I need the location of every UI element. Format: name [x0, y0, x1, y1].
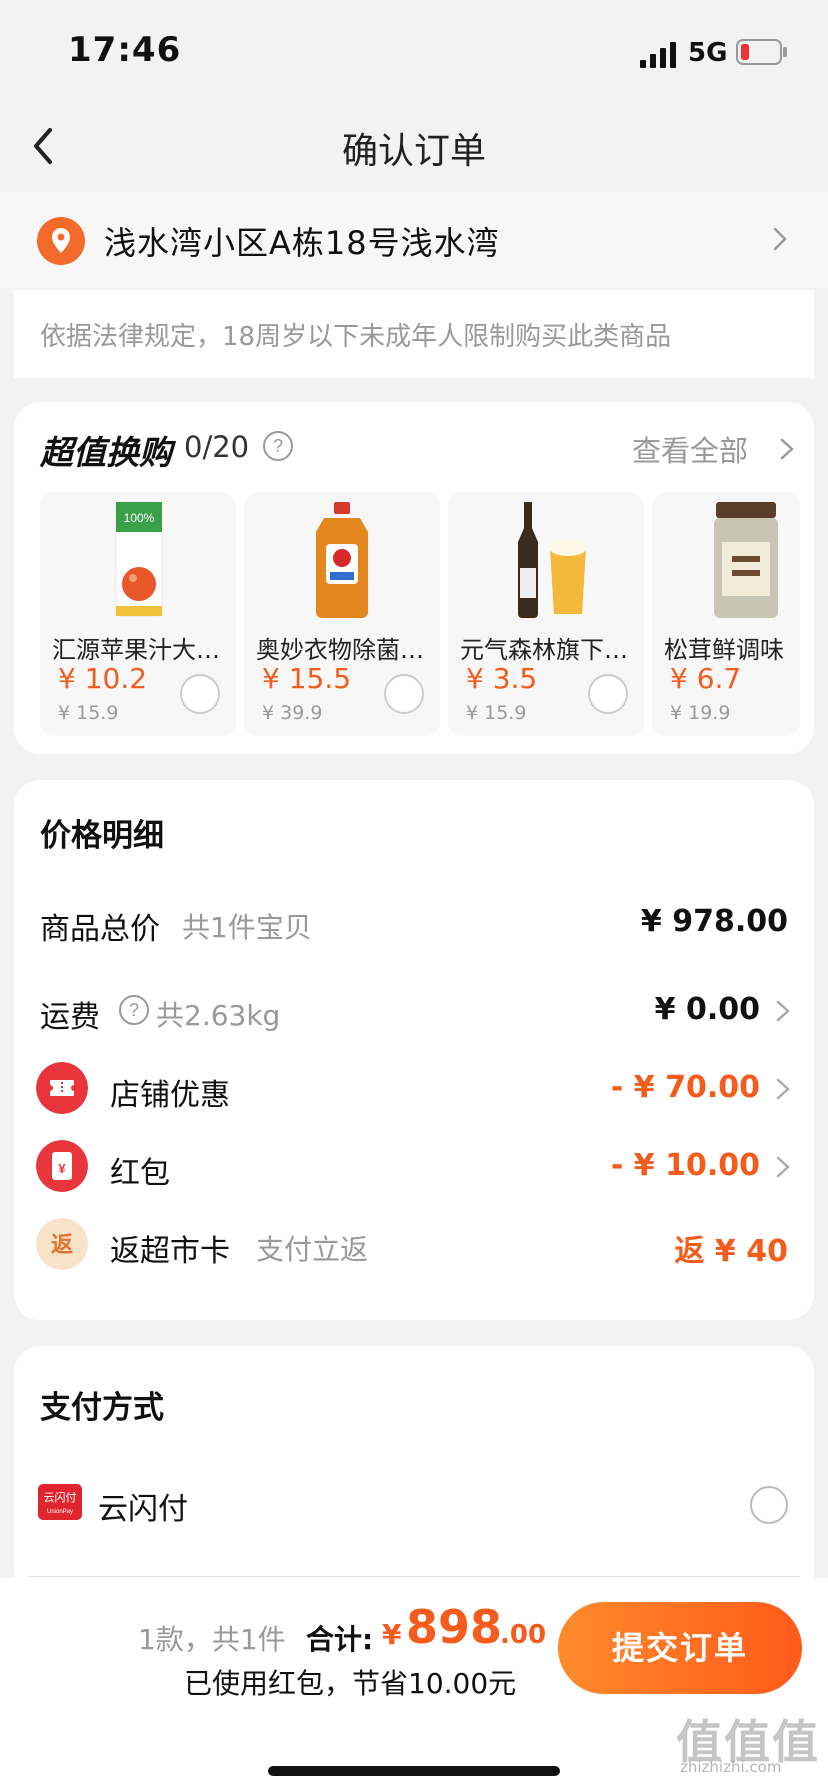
product-select-radio[interactable] — [384, 674, 424, 714]
price-detail-card: 价格明细 商品总价 共1件宝贝 ¥ 978.00 运费 ? 共2.63kg ¥ … — [14, 780, 814, 1320]
shipping-weight-text: 共2.63kg — [156, 999, 281, 1032]
beer-bottle-glass-image — [518, 502, 587, 618]
product-name: 汇源苹果汁大… — [52, 636, 220, 664]
cashback-sub-text: 支付立返 — [256, 1233, 369, 1266]
help-icon[interactable]: ? — [262, 430, 294, 462]
cashback-icon: 返 — [36, 1218, 88, 1270]
red-packet-icon-char: ¥ — [58, 1161, 66, 1176]
goods-total-label: 商品总价 — [40, 912, 160, 947]
product-original-price: ¥ 15.9 — [58, 702, 119, 724]
chevron-right-icon[interactable] — [774, 1154, 792, 1180]
product-original-price: ¥ 39.9 — [262, 702, 323, 724]
goods-total-value: ¥ 978.00 — [640, 904, 788, 939]
swap-product-card[interactable]: 松茸鲜调味 ¥ 6.7 ¥ 19.9 — [652, 492, 800, 736]
swap-product-card[interactable]: 元气森林旗下… ¥ 3.5 ¥ 15.9 — [448, 492, 644, 736]
price-detail-heading: 价格明细 — [40, 818, 164, 854]
total-amount-decimal: .00 — [500, 1620, 547, 1650]
product-name: 元气森林旗下… — [460, 636, 628, 664]
product-original-price: ¥ 19.9 — [670, 702, 731, 724]
location-pin-icon — [37, 217, 85, 265]
product-select-radio[interactable] — [180, 674, 220, 714]
value-swap-card: 超值换购 0/20 ? 查看全部 100% 汇源苹果汁大… ¥ 10.2 ¥ 1… — [14, 402, 814, 754]
shipping-label: 运费 — [40, 1000, 100, 1035]
product-select-radio[interactable] — [588, 674, 628, 714]
payment-method-label[interactable]: 云闪付 — [98, 1484, 188, 1528]
checkout-bottom-bar: 1款，共1件 合计: ¥ 898 .00 已使用红包，节省10.00元 提交订单… — [0, 1578, 828, 1792]
unionpay-logo-sub: UnionPay — [47, 1509, 73, 1515]
payment-heading: 支付方式 — [40, 1390, 164, 1426]
view-all-link[interactable]: 查看全部 — [632, 428, 748, 470]
seasoning-jar-image — [714, 502, 778, 618]
payment-method-card: 支付方式 云闪付 UnionPay 云闪付 — [14, 1346, 814, 1596]
network-label: 5G — [688, 38, 728, 68]
product-price: ¥ 6.7 — [670, 662, 742, 695]
watermark-url: zhizhizhi.com — [680, 1758, 782, 1776]
shipping-value[interactable]: ¥ 0.00 — [655, 992, 760, 1027]
unionpay-logo-icon: 云闪付 UnionPay — [38, 1484, 82, 1520]
svg-text:?: ? — [129, 1000, 139, 1020]
product-price: ¥ 3.5 — [466, 662, 538, 695]
red-packet-icon: ¥ — [36, 1140, 88, 1192]
disinfectant-bottle-image — [316, 502, 368, 618]
chevron-right-icon — [773, 227, 787, 251]
apple-juice-carton-image: 100% — [115, 501, 163, 617]
submit-order-button[interactable]: 提交订单 — [558, 1602, 802, 1694]
payment-select-radio[interactable] — [750, 1486, 788, 1524]
divider — [28, 1576, 800, 1577]
total-currency: ¥ — [382, 1618, 402, 1651]
red-packet-value[interactable]: - ¥ 10.00 — [611, 1148, 760, 1183]
svg-text:?: ? — [273, 436, 283, 456]
address-text: 浅水湾小区A栋18号浅水湾 — [104, 224, 500, 262]
age-restriction-text: 依据法律规定，18周岁以下未成年人限制购买此类商品 — [40, 322, 672, 352]
store-discount-label: 店铺优惠 — [110, 1078, 230, 1113]
chevron-right-icon[interactable] — [774, 1076, 792, 1102]
svg-text:100%: 100% — [124, 511, 155, 525]
product-price: ¥ 10.2 — [58, 662, 148, 695]
product-price: ¥ 15.5 — [262, 662, 352, 695]
item-count-summary: 1款，共1件 — [138, 1623, 286, 1656]
chevron-right-icon[interactable] — [778, 436, 796, 462]
unionpay-logo-text: 云闪付 — [44, 1490, 77, 1504]
cashback-value: 返 ¥ 40 — [674, 1234, 788, 1269]
status-bar: 17:46 5G — [0, 0, 828, 100]
swap-title: 超值换购 — [40, 433, 172, 472]
product-original-price: ¥ 15.9 — [466, 702, 527, 724]
total-label: 合计: — [306, 1623, 374, 1656]
red-packet-label: 红包 — [110, 1156, 170, 1191]
status-time: 17:46 — [68, 30, 182, 70]
address-row[interactable]: 浅水湾小区A栋18号浅水湾 — [0, 192, 828, 288]
age-restriction-notice: 依据法律规定，18周岁以下未成年人限制购买此类商品 — [14, 290, 814, 378]
battery-icon — [736, 39, 787, 65]
swap-count: 0/20 — [184, 430, 250, 464]
nav-bar: 确认订单 — [0, 100, 828, 192]
swap-product-card[interactable]: 奥妙衣物除菌… ¥ 15.5 ¥ 39.9 — [244, 492, 440, 736]
cashback-icon-char: 返 — [51, 1233, 73, 1258]
home-indicator — [268, 1766, 560, 1776]
saving-text: 已使用红包，节省10.00元 — [184, 1667, 517, 1700]
product-name: 奥妙衣物除菌… — [256, 636, 424, 664]
page-title: 确认订单 — [341, 131, 486, 172]
chevron-right-icon[interactable] — [774, 998, 792, 1024]
back-icon[interactable] — [22, 120, 66, 172]
product-name: 松茸鲜调味 — [664, 636, 784, 664]
total-amount-integer: 898 — [406, 1600, 503, 1654]
swap-product-card[interactable]: 100% 汇源苹果汁大… ¥ 10.2 ¥ 15.9 — [40, 492, 236, 736]
signal-icon — [640, 42, 676, 68]
help-icon[interactable]: ? — [118, 994, 150, 1026]
goods-count-text: 共1件宝贝 — [182, 911, 312, 944]
cashback-label: 返超市卡 — [110, 1234, 230, 1269]
store-discount-value[interactable]: - ¥ 70.00 — [611, 1070, 760, 1105]
coupon-ticket-icon — [36, 1062, 88, 1114]
